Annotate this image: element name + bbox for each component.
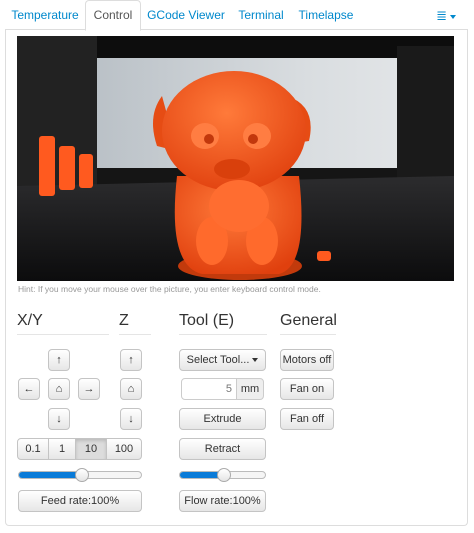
extrude-amount-input[interactable]: 5 bbox=[181, 378, 237, 400]
jog-y-plus-button[interactable]: ↑ bbox=[48, 349, 70, 371]
section-z-title: Z bbox=[119, 312, 151, 335]
step-10-button[interactable]: 10 bbox=[75, 438, 107, 460]
step-0-1-button[interactable]: 0.1 bbox=[17, 438, 49, 460]
select-tool-label: Select Tool... bbox=[186, 354, 250, 366]
section-tool-title: Tool (E) bbox=[179, 312, 267, 335]
tab-bar: Temperature Control GCode Viewer Termina… bbox=[5, 0, 468, 31]
jog-z-plus-button[interactable]: ↑ bbox=[120, 349, 142, 371]
jog-x-minus-button[interactable]: ← bbox=[18, 378, 40, 400]
home-xy-button[interactable]: ⌂ bbox=[48, 378, 70, 400]
feed-rate-fill bbox=[19, 472, 83, 478]
flow-rate-button[interactable]: Flow rate:100% bbox=[179, 490, 266, 512]
tab-temperature[interactable]: Temperature bbox=[9, 0, 81, 30]
jog-x-plus-button[interactable]: → bbox=[78, 378, 100, 400]
jog-z-minus-button[interactable]: ↓ bbox=[120, 408, 142, 430]
motors-off-button[interactable]: Motors off bbox=[280, 349, 334, 371]
feed-rate-slider[interactable] bbox=[18, 468, 142, 482]
home-z-button[interactable]: ⌂ bbox=[120, 378, 142, 400]
step-size-group: 0.1 1 10 100 bbox=[17, 438, 142, 460]
section-xy-title: X/Y bbox=[17, 312, 109, 335]
webcam-hint: Hint: If you move your mouse over the pi… bbox=[18, 284, 321, 294]
arrow-right-icon: → bbox=[83, 383, 95, 395]
step-100-button[interactable]: 100 bbox=[106, 438, 142, 460]
section-general-title: General bbox=[280, 312, 337, 335]
list-menu-icon[interactable]: ≣ bbox=[436, 8, 456, 24]
step-1-button[interactable]: 1 bbox=[48, 438, 76, 460]
webcam-image bbox=[17, 36, 454, 281]
fan-on-button[interactable]: Fan on bbox=[280, 378, 334, 400]
webcam-stream[interactable] bbox=[17, 36, 454, 281]
extrude-amount-unit: mm bbox=[236, 378, 264, 400]
select-tool-dropdown[interactable]: Select Tool... bbox=[179, 349, 266, 371]
tab-control[interactable]: Control bbox=[85, 0, 141, 31]
tab-timelapse[interactable]: Timelapse bbox=[294, 0, 358, 30]
arrow-left-icon: ← bbox=[23, 383, 35, 395]
retract-button[interactable]: Retract bbox=[179, 438, 266, 460]
feed-rate-button[interactable]: Feed rate:100% bbox=[18, 490, 142, 512]
caret-down-icon bbox=[252, 358, 259, 363]
home-icon: ⌂ bbox=[55, 383, 63, 395]
extrude-button[interactable]: Extrude bbox=[179, 408, 266, 430]
tab-gcode-viewer[interactable]: GCode Viewer bbox=[145, 0, 227, 30]
flow-rate-slider[interactable] bbox=[179, 468, 266, 482]
arrow-down-icon: ↓ bbox=[128, 413, 134, 425]
arrow-down-icon: ↓ bbox=[56, 413, 62, 425]
tab-terminal[interactable]: Terminal bbox=[231, 0, 291, 30]
fan-off-button[interactable]: Fan off bbox=[280, 408, 334, 430]
jog-y-minus-button[interactable]: ↓ bbox=[48, 408, 70, 430]
arrow-up-icon: ↑ bbox=[128, 354, 134, 366]
home-icon: ⌂ bbox=[127, 383, 135, 395]
arrow-up-icon: ↑ bbox=[56, 354, 62, 366]
